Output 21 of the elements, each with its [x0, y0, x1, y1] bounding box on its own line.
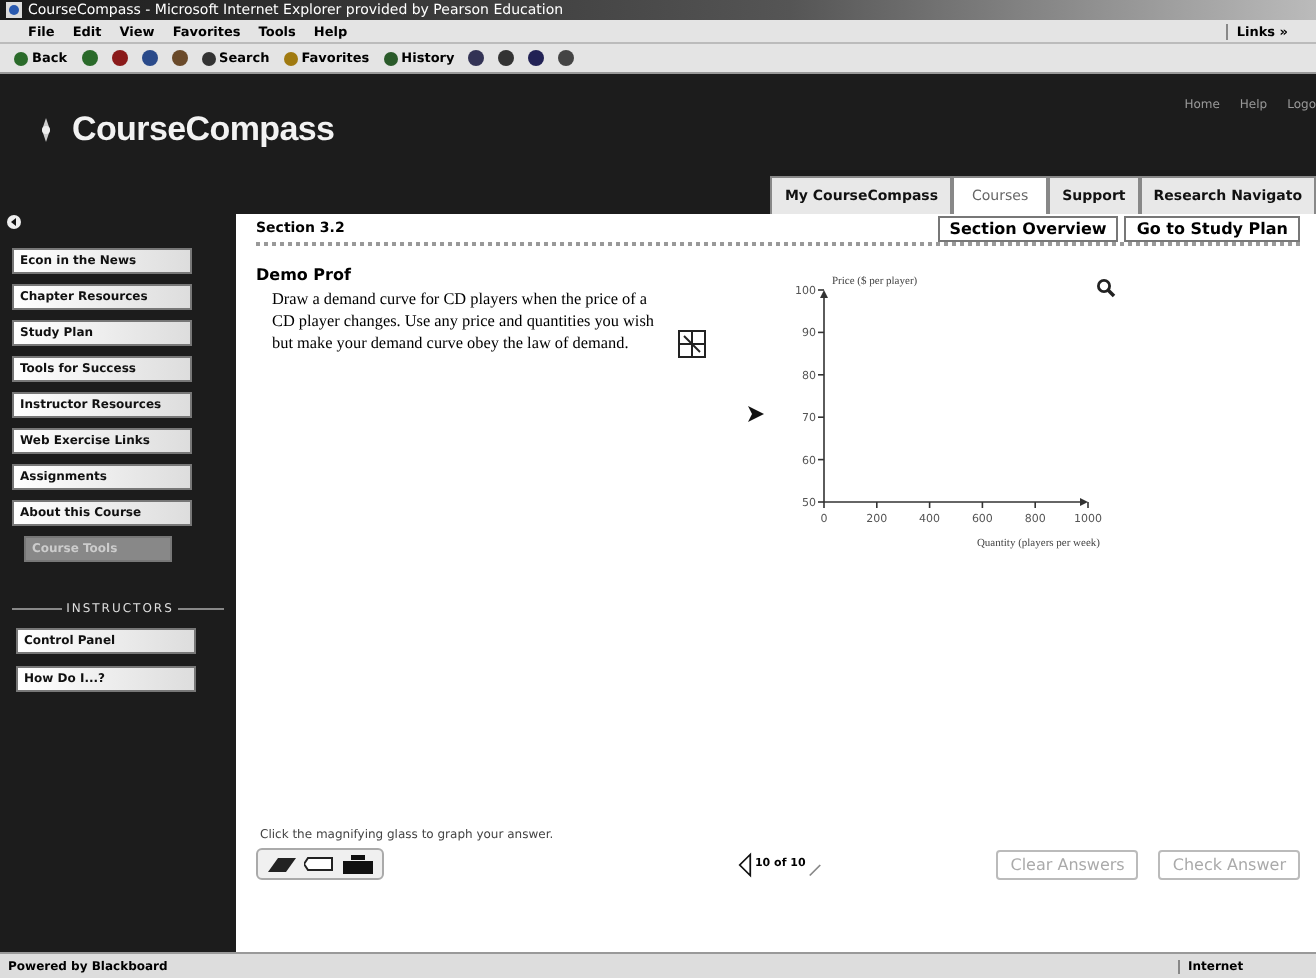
magnifier-icon[interactable] — [1096, 278, 1116, 298]
pointer-arrow-icon — [748, 406, 764, 422]
toolbar-icon[interactable] — [496, 48, 517, 68]
site-logo[interactable]: CourseCompass — [72, 110, 335, 150]
tag-icon[interactable] — [304, 854, 336, 874]
eraser-icon[interactable] — [266, 854, 298, 874]
author-name: Demo Prof — [256, 266, 353, 284]
section-button[interactable]: Section Overview — [937, 215, 1119, 241]
toolbar-icon[interactable] — [466, 48, 487, 68]
graph-icon[interactable] — [678, 330, 706, 358]
toolbar-icon[interactable] — [139, 48, 160, 68]
toolbar-icon[interactable] — [526, 48, 547, 68]
previous-icon[interactable] — [738, 851, 753, 877]
toolbar-icon[interactable] — [169, 48, 190, 68]
question-text: Draw a demand curve for CD players when the price of a CD player changes. Use any price and quantities you wish but make your demand curve obey the law of demand. — [272, 288, 656, 354]
toolbar-icon[interactable] — [79, 48, 100, 68]
toolbar-icon[interactable] — [109, 48, 130, 68]
trash-icon[interactable] — [342, 854, 374, 874]
toolbar-icon[interactable] — [556, 48, 577, 68]
collapse-icon[interactable] — [6, 214, 22, 230]
section-button[interactable]: Go to Study Plan — [1124, 215, 1300, 241]
